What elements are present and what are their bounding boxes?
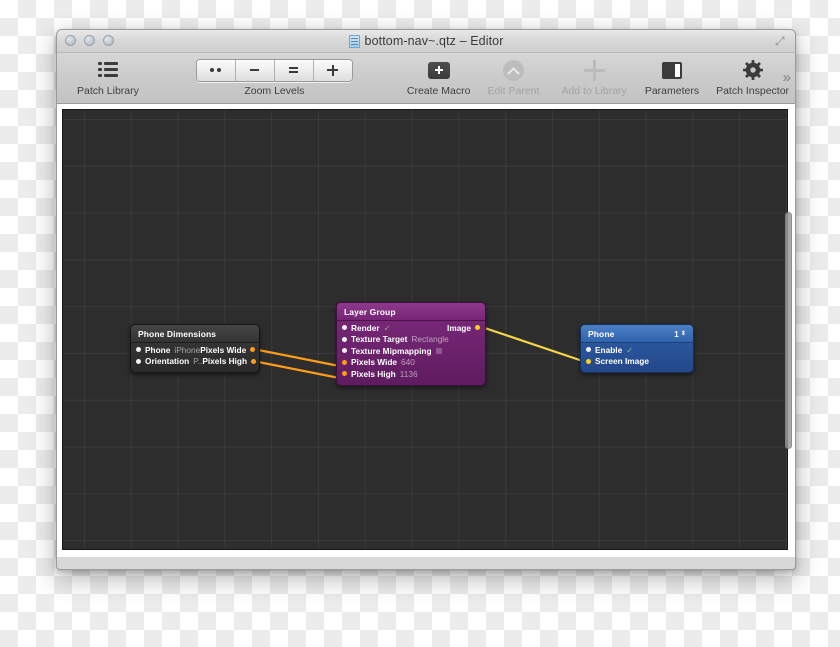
patch-title: Phone 1 ⇕ (581, 325, 693, 343)
input-port-dot-pixels-wide[interactable] (342, 359, 347, 365)
input-label-enable: Enable (595, 344, 623, 355)
patch-phone[interactable]: Phone 1 ⇕ Enable ✓ Screen Image (580, 324, 694, 373)
toolbar-create-macro[interactable]: Create Macro (406, 57, 471, 101)
plus-icon (583, 57, 605, 83)
input-port-dot-enable[interactable] (586, 347, 591, 353)
input-label-render: Render (351, 322, 380, 333)
toolbar-add-to-library[interactable]: Add to Library (561, 57, 627, 101)
quartz-document-icon (348, 34, 360, 48)
port-row-phone[interactable]: Phone iPhone Pixels Wide (131, 344, 259, 356)
input-label-pixels-high: Pixels High (351, 368, 396, 379)
window-title-text: bottom-nav~.qtz – Editor (364, 34, 504, 48)
input-label-texture-target: Texture Target (351, 334, 408, 345)
patch-body: Render ✓ Image Texture Target Rectangle (337, 321, 485, 385)
input-port-dot-phone[interactable] (136, 347, 141, 353)
port-row-texture-target[interactable]: Texture Target Rectangle (337, 334, 485, 346)
toolbar-patch-inspector[interactable]: Patch Inspector (716, 57, 789, 101)
input-value-orientation: P.. (193, 356, 203, 367)
toolbar-edit-parent-label: Edit Parent (487, 85, 540, 97)
window-titlebar: bottom-nav~.qtz – Editor ⤢ (57, 30, 795, 53)
patch-layer-group[interactable]: Layer Group Render ✓ Image Texture Targe… (336, 302, 486, 386)
toolbar-overflow-icon[interactable]: » (783, 69, 791, 86)
patch-canvas[interactable]: Phone Dimensions Phone iPhone Pixels Wid… (62, 109, 788, 550)
patch-phone-index: 1 (674, 329, 679, 339)
input-label-phone: Phone (145, 344, 171, 355)
input-value-enable[interactable]: ✓ (626, 345, 633, 355)
macro-plus-icon (427, 57, 450, 83)
input-label-texture-mipmapping: Texture Mipmapping (351, 345, 432, 356)
checkbox-texture-mipmapping[interactable] (435, 347, 442, 354)
input-label-orientation: Orientation (145, 356, 190, 367)
gear-icon (742, 57, 763, 83)
window-title: bottom-nav~.qtz – Editor (348, 34, 504, 48)
patch-body: Enable ✓ Screen Image (581, 343, 693, 372)
chevron-up-circle-icon (502, 57, 524, 83)
input-label-screen-image: Screen Image (595, 356, 649, 367)
stepper-arrows-icon[interactable]: ⇕ (681, 331, 686, 337)
patch-body: Phone iPhone Pixels Wide Orientation P.. (131, 343, 259, 372)
zoom-in-button[interactable] (313, 59, 352, 81)
port-row-texture-mipmapping[interactable]: Texture Mipmapping (337, 345, 485, 357)
input-value-pixels-high[interactable]: 1136 (400, 369, 418, 379)
port-row-pixels-wide[interactable]: Pixels Wide 640 (337, 357, 485, 369)
main-toolbar: Patch Library Zoom Levels Create Macro E… (57, 53, 795, 104)
minimize-button[interactable] (84, 35, 95, 46)
patch-layer-group-title: Layer Group (344, 307, 396, 317)
toolbar-add-to-library-label: Add to Library (561, 85, 627, 97)
vertical-scrollbar[interactable] (785, 212, 792, 449)
output-port-dot-pixels-wide[interactable] (250, 347, 256, 353)
toolbar-zoom-levels-label: Zoom Levels (244, 85, 305, 97)
canvas-container: Phone Dimensions Phone iPhone Pixels Wid… (57, 104, 795, 557)
patch-title: Phone Dimensions (131, 325, 259, 343)
patch-phone-title: Phone (588, 329, 615, 339)
link-pixels-wide (253, 347, 340, 368)
port-row-enable[interactable]: Enable ✓ (581, 344, 693, 356)
close-button[interactable] (65, 35, 76, 46)
input-port-dot-texture-mipmapping[interactable] (342, 348, 347, 354)
input-port-dot-texture-target[interactable] (342, 336, 347, 342)
input-value-texture-target[interactable]: Rectangle (411, 334, 448, 344)
toolbar-parameters-label: Parameters (644, 85, 700, 97)
input-port-dot-pixels-high[interactable] (342, 371, 347, 377)
toolbar-patch-library-label: Patch Library (77, 85, 139, 97)
output-label-image: Image (447, 322, 471, 333)
zoom-fit-button[interactable] (196, 59, 236, 81)
toolbar-zoom-levels: Zoom Levels (195, 57, 353, 101)
toolbar-edit-parent[interactable]: Edit Parent (487, 57, 539, 101)
zoom-out-button[interactable] (235, 59, 275, 81)
input-port-dot-render[interactable] (342, 325, 347, 331)
port-row-render[interactable]: Render ✓ Image (337, 322, 485, 334)
link-pixels-high (253, 359, 340, 380)
patch-phone-dimensions[interactable]: Phone Dimensions Phone iPhone Pixels Wid… (130, 324, 260, 373)
port-row-pixels-high[interactable]: Pixels High 1136 (337, 368, 485, 380)
patch-phone-dimensions-title: Phone Dimensions (138, 329, 217, 339)
input-value-render[interactable]: ✓ (384, 323, 391, 333)
zoom-actual-button[interactable] (274, 59, 314, 81)
toolbar-create-macro-label: Create Macro (406, 85, 471, 97)
output-port-dot-pixels-high[interactable] (251, 358, 257, 364)
patch-title: Layer Group (337, 303, 485, 321)
list-icon (97, 57, 118, 83)
output-label-pixels-high: Pixels High (202, 356, 248, 367)
link-screen-image (478, 324, 583, 363)
traffic-lights (65, 35, 114, 46)
output-label-pixels-wide: Pixels Wide (200, 344, 247, 355)
expand-icon[interactable]: ⤢ (775, 35, 787, 47)
toolbar-parameters[interactable]: Parameters (645, 57, 699, 101)
zoom-button[interactable] (103, 35, 114, 46)
panel-icon (661, 57, 682, 83)
toolbar-patch-library[interactable]: Patch Library (77, 57, 139, 101)
input-port-dot-orientation[interactable] (136, 358, 141, 364)
input-value-pixels-wide[interactable]: 640 (401, 357, 415, 367)
input-port-dot-screen-image[interactable] (586, 358, 591, 364)
port-row-orientation[interactable]: Orientation P.. Pixels High (131, 356, 259, 368)
toolbar-patch-inspector-label: Patch Inspector (716, 85, 790, 97)
zoom-segmented-control (195, 57, 353, 83)
input-label-pixels-wide: Pixels Wide (351, 357, 398, 368)
editor-window: bottom-nav~.qtz – Editor ⤢ Patch Library (56, 29, 796, 570)
port-row-screen-image[interactable]: Screen Image (581, 356, 693, 368)
output-port-dot-image[interactable] (475, 325, 480, 331)
patch-phone-index-stepper[interactable]: 1 ⇕ (674, 330, 686, 339)
input-value-phone: iPhone (174, 344, 201, 355)
